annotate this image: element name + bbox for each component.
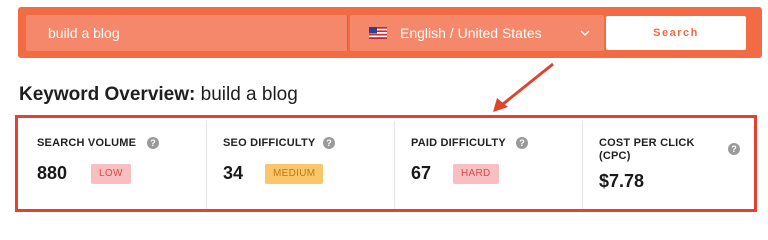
language-select[interactable]: English / United States bbox=[350, 15, 604, 51]
info-icon[interactable]: ? bbox=[516, 137, 528, 149]
metric-value: 34 bbox=[223, 163, 244, 183]
metric-label: COST PER CLICK (CPC) bbox=[599, 137, 695, 163]
metric-cost-per-click: COST PER CLICK (CPC) ? $7.78 bbox=[583, 121, 754, 209]
us-flag-icon bbox=[369, 27, 387, 39]
keyword-input[interactable]: build a blog bbox=[26, 15, 348, 51]
chevron-down-icon bbox=[580, 30, 590, 36]
difficulty-badge: LOW bbox=[91, 164, 131, 184]
metric-seo-difficulty: SEO DIFFICULTY ? 34 MEDIUM bbox=[207, 121, 395, 209]
metric-paid-difficulty: PAID DIFFICULTY ? 67 HARD bbox=[395, 121, 583, 209]
language-label: English / United States bbox=[400, 25, 542, 41]
title-keyword: build a blog bbox=[200, 84, 298, 105]
metric-value: 880 bbox=[37, 163, 68, 183]
page-title: Keyword Overview: build a blog bbox=[19, 84, 298, 106]
metric-label: SEARCH VOLUME bbox=[37, 137, 137, 149]
info-icon[interactable]: ? bbox=[323, 137, 335, 149]
info-icon[interactable]: ? bbox=[728, 143, 740, 155]
metric-value: 67 bbox=[411, 163, 432, 183]
search-button[interactable]: Search bbox=[606, 16, 746, 50]
difficulty-badge: MEDIUM bbox=[265, 164, 324, 184]
title-prefix: Keyword Overview: bbox=[19, 84, 196, 105]
metric-label-line1: COST PER CLICK bbox=[599, 137, 695, 149]
metric-search-volume: SEARCH VOLUME ? 880 LOW bbox=[21, 121, 207, 209]
metric-label: PAID DIFFICULTY bbox=[411, 137, 506, 149]
difficulty-badge: HARD bbox=[453, 164, 499, 184]
metric-label: SEO DIFFICULTY bbox=[223, 137, 316, 149]
info-icon[interactable]: ? bbox=[147, 137, 159, 149]
search-bar: build a blog English / United States Sea… bbox=[18, 7, 762, 58]
metrics-card: SEARCH VOLUME ? 880 LOW SEO DIFFICULTY ?… bbox=[15, 115, 757, 212]
metric-label-line2: (CPC) bbox=[599, 150, 631, 162]
metric-value: $7.78 bbox=[599, 171, 645, 191]
